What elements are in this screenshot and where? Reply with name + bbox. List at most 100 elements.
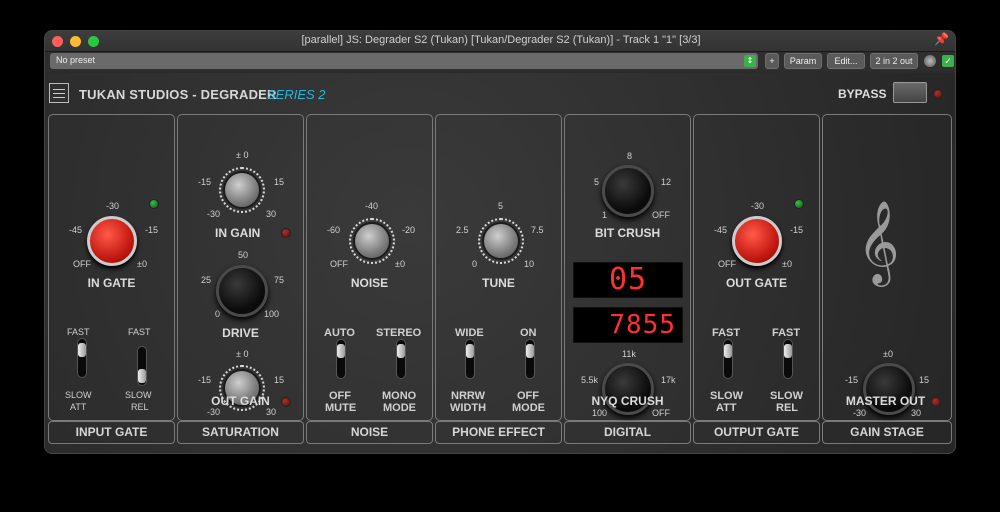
in-att-toggle[interactable] [77,338,87,378]
nyq-tick-55k: 5.5k [581,375,599,385]
nyq-display: 7855 [573,307,683,343]
in-gain-tick-30: 30 [266,209,277,219]
out-rel-fast-label: FAST [772,327,801,339]
out-gain-tick-m30: -30 [207,407,221,417]
nyq-tick-11k: 11k [622,349,636,359]
att-slow-label: SLOW [65,390,92,400]
in-gain-tick-m30: -30 [207,209,221,219]
master-tick-m15: -15 [845,375,859,385]
in-gain-label: IN GAIN [215,226,261,240]
tune-tick-75: 7.5 [531,225,544,235]
master-tick-15: 15 [919,375,930,385]
rel-label: REL [131,402,149,412]
master-tick-0: ±0 [883,349,893,359]
preset-select[interactable]: No preset ⇕ [50,53,758,69]
on-label: ON [520,327,537,339]
drive-tick-100: 100 [264,309,280,319]
rel-slow-label: SLOW [125,390,152,400]
noise-tick-m20: -20 [402,225,416,235]
stereo-mono-toggle[interactable] [396,339,406,379]
out-att-label: ATT [716,402,737,414]
brand-title: TUKAN STUDIOS - DEGRADER [79,87,277,102]
master-out-label: MASTER OUT [845,394,926,408]
out-att-toggle[interactable] [723,339,733,379]
bit-display: 05 [573,262,683,298]
out-rel-toggle[interactable] [783,339,793,379]
wet-knob-icon[interactable] [924,55,936,67]
bit-tick-5: 5 [594,177,600,187]
enable-checkbox[interactable]: ✓ [942,55,954,67]
param-button[interactable]: Param [784,53,822,69]
drive-tick-25: 25 [201,275,212,285]
att-label: ATT [70,402,87,412]
io-button[interactable]: 2 in 2 out [870,53,918,69]
edit-button[interactable]: Edit... [827,53,865,69]
tune-label: TUNE [482,276,515,290]
in-gate-knob[interactable] [87,216,137,266]
out-gate-tick-off: OFF [718,259,736,269]
pin-icon[interactable]: 📌 [934,32,949,46]
toolbar: No preset ⇕ + Param Edit... 2 in 2 out ✓ [45,52,955,71]
in-gate-tick-m15: -15 [145,225,159,235]
noise-tick-0: ±0 [395,259,405,269]
nyq-tick-off: OFF [652,408,670,418]
bit-tick-1: 1 [602,210,608,220]
att-fast-label: FAST [67,327,90,337]
width-label: WIDTH [450,402,487,414]
bypass-switch[interactable] [893,82,927,103]
auto-label: AUTO [324,327,355,339]
menu-icon[interactable] [49,83,69,103]
bypass-label: BYPASS [838,87,887,101]
phone-effect-panel [435,114,562,421]
mute-label: MUTE [325,402,357,414]
section-saturation: SATURATION [177,421,304,444]
master-tick-30: 30 [911,408,922,418]
phone-off-label: OFF [517,390,539,402]
out-gate-tick-0: ±0 [782,259,792,269]
out-rel-label: REL [776,402,798,414]
auto-mute-toggle[interactable] [336,339,346,379]
out-gate-led [794,199,804,209]
in-gain-led [281,228,291,238]
tune-knob[interactable] [484,224,518,258]
window-title: [parallel] JS: Degrader S2 (Tukan) [Tuka… [301,34,701,46]
out-att-slow-label: SLOW [710,390,743,402]
mono-label: MONO [382,390,417,402]
noise-tick-m40: -40 [365,201,379,211]
section-digital: DIGITAL [564,421,691,444]
in-gain-knob[interactable] [225,173,259,207]
out-gain-led [281,397,291,407]
width-toggle[interactable] [465,339,475,379]
tukan-logo-icon: 𝄞 [857,199,900,283]
chevron-updown-icon[interactable]: ⇕ [744,55,756,67]
add-preset-button[interactable]: + [765,53,779,69]
bit-tick-off: OFF [652,210,670,220]
phone-mode-label: MODE [512,402,545,414]
out-att-fast-label: FAST [712,327,741,339]
noise-panel [306,114,433,421]
bit-tick-8: 8 [627,151,633,161]
nrrw-label: NRRW [451,390,486,402]
section-gain-stage: GAIN STAGE [822,421,952,444]
master-tick-m30: -30 [853,408,867,418]
phone-mode-toggle[interactable] [525,339,535,379]
drive-tick-50: 50 [238,250,249,260]
tune-tick-5: 5 [498,201,504,211]
bit-tick-12: 12 [661,177,672,187]
tune-tick-25: 2.5 [456,225,469,235]
drive-knob[interactable] [216,265,268,317]
nyq-tick-100: 100 [592,408,608,418]
out-gate-knob[interactable] [732,216,782,266]
noise-tick-off: OFF [330,259,348,269]
title-bar: [parallel] JS: Degrader S2 (Tukan) [Tuka… [45,31,955,52]
in-gate-label: IN GATE [87,276,136,290]
section-noise: NOISE [306,421,433,444]
out-gate-label: OUT GATE [725,276,788,290]
in-gate-tick-0: ±0 [137,259,147,269]
section-phone-effect: PHONE EFFECT [435,421,562,444]
output-gate-panel [693,114,820,421]
in-rel-toggle[interactable] [137,346,147,386]
bit-crush-knob[interactable] [602,165,654,217]
noise-tick-m60: -60 [327,225,341,235]
noise-knob[interactable] [355,224,389,258]
